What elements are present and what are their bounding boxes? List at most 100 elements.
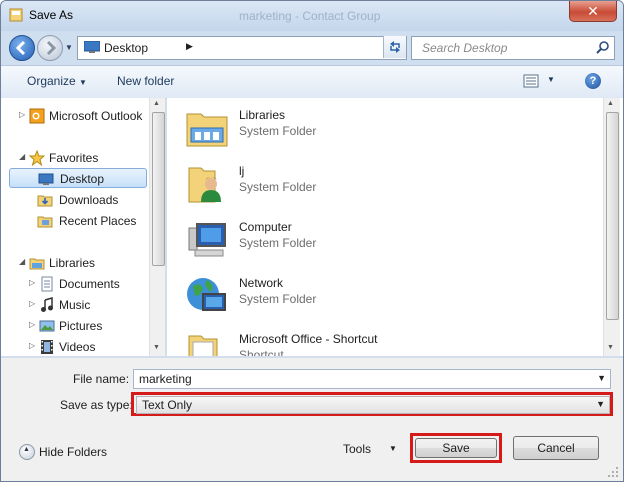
- tools-dropdown-icon[interactable]: ▼: [389, 444, 397, 453]
- nav-pane-scrollbar[interactable]: ▲ ▼: [149, 98, 165, 356]
- close-button[interactable]: ✕: [569, 1, 617, 22]
- sidebar-item-label: Favorites: [49, 151, 99, 165]
- chevron-up-icon: ▲: [23, 446, 30, 453]
- sidebar-item-downloads[interactable]: Downloads: [1, 190, 147, 210]
- scroll-down-arrow-icon[interactable]: ▼: [607, 344, 614, 351]
- desktop-icon: [38, 173, 54, 185]
- scroll-down-arrow-icon[interactable]: ▼: [153, 344, 160, 351]
- file-item-computer[interactable]: Computer System Folder: [185, 214, 485, 264]
- file-type: System Folder: [239, 180, 317, 194]
- save-as-type-select[interactable]: Text Only ▼: [131, 392, 613, 416]
- expand-arrow-icon[interactable]: ▷: [29, 341, 35, 350]
- file-name: Microsoft Office - Shortcut: [239, 332, 378, 346]
- scroll-up-arrow-icon[interactable]: ▲: [153, 100, 160, 107]
- downloads-folder-icon: [37, 195, 53, 207]
- new-folder-button[interactable]: New folder: [117, 74, 174, 88]
- file-name: lj: [239, 164, 245, 178]
- sidebar-item-label: Desktop: [60, 172, 105, 186]
- scrollbar-thumb[interactable]: [152, 112, 165, 266]
- expand-arrow-icon[interactable]: ▷: [29, 278, 35, 287]
- forward-button[interactable]: [37, 35, 63, 61]
- sidebar-item-label: Downloads: [59, 193, 119, 207]
- file-pane-scrollbar[interactable]: ▲ ▼: [603, 98, 620, 356]
- address-chevron-icon[interactable]: ▶: [186, 41, 193, 52]
- recent-places-icon: [37, 216, 53, 228]
- resize-grip-icon[interactable]: [607, 466, 619, 478]
- view-dropdown-icon[interactable]: ▼: [547, 75, 555, 84]
- libraries-icon: [29, 258, 45, 270]
- sidebar-item-label: Microsoft Outlook: [49, 109, 143, 123]
- back-button[interactable]: [9, 35, 35, 61]
- history-dropdown-icon[interactable]: ▼: [65, 43, 73, 52]
- hide-folders-label: Hide Folders: [39, 445, 108, 459]
- save-as-type-value: Text Only: [142, 398, 193, 412]
- organize-button[interactable]: Organize ▼: [27, 74, 87, 88]
- scrollbar-thumb[interactable]: [606, 112, 619, 320]
- sidebar-item-videos[interactable]: ▷ Videos: [1, 337, 147, 356]
- file-type: System Folder: [239, 236, 317, 250]
- refresh-icon: [390, 41, 400, 53]
- sidebar-item-favorites[interactable]: ◢ Favorites: [1, 148, 147, 168]
- user-folder-icon: [188, 167, 221, 203]
- file-name-value[interactable]: marketing: [139, 372, 192, 386]
- computer-icon: [188, 223, 226, 257]
- file-type: System Folder: [239, 292, 317, 306]
- help-icon[interactable]: ?: [585, 73, 601, 89]
- music-icon: [41, 297, 53, 312]
- sidebar-item-label: Libraries: [49, 256, 96, 270]
- sidebar-item-label: Videos: [59, 340, 96, 354]
- file-item-libraries[interactable]: Libraries System Folder: [185, 102, 485, 152]
- save-as-app-icon: [9, 8, 23, 22]
- documents-icon: [41, 276, 53, 292]
- forward-arrow-icon: [46, 40, 57, 56]
- background-window-title: marketing - Contact Group: [239, 9, 381, 23]
- save-as-type-dropdown[interactable]: Text Only ▼: [136, 396, 610, 414]
- address-bar[interactable]: Desktop ▶ ▼: [77, 36, 407, 60]
- libraries-folder-icon: [186, 113, 228, 147]
- file-item-office-shortcut[interactable]: Microsoft Office - Shortcut Shortcut: [185, 326, 485, 356]
- tools-button[interactable]: Tools: [343, 442, 371, 456]
- sidebar-item-pictures[interactable]: ▷ Pictures: [1, 316, 147, 336]
- sidebar-item-libraries[interactable]: ◢ Libraries: [1, 253, 147, 273]
- file-item-lj[interactable]: lj System Folder: [185, 158, 485, 208]
- file-name-field[interactable]: marketing ▼: [133, 369, 611, 389]
- collapse-arrow-icon[interactable]: ◢: [19, 257, 25, 266]
- chevron-down-icon[interactable]: ▼: [597, 373, 606, 383]
- cancel-button[interactable]: Cancel: [513, 436, 599, 460]
- scroll-up-arrow-icon[interactable]: ▲: [607, 100, 614, 107]
- sidebar-item-outlook[interactable]: ▷ Microsoft Outlook: [1, 106, 147, 126]
- expand-arrow-icon[interactable]: ▷: [29, 299, 35, 308]
- address-location[interactable]: Desktop: [104, 41, 148, 55]
- sidebar-item-music[interactable]: ▷ Music: [1, 295, 147, 315]
- sidebar-item-label: Documents: [59, 277, 120, 291]
- search-box[interactable]: Search Desktop: [411, 36, 615, 60]
- desktop-icon: [84, 41, 100, 53]
- sidebar-item-label: Music: [59, 298, 91, 312]
- sidebar-item-desktop[interactable]: Desktop: [9, 168, 147, 188]
- expand-arrow-icon[interactable]: ▷: [19, 110, 25, 119]
- search-icon[interactable]: [596, 41, 610, 55]
- collapse-arrow-icon[interactable]: ◢: [19, 152, 25, 161]
- refresh-button[interactable]: [383, 36, 406, 58]
- chevron-down-icon[interactable]: ▼: [596, 399, 605, 409]
- file-name: Computer: [239, 220, 292, 234]
- pictures-icon: [39, 320, 55, 332]
- view-options-icon[interactable]: [523, 73, 539, 89]
- file-type: Shortcut: [239, 348, 284, 356]
- save-button[interactable]: Save: [415, 438, 497, 458]
- file-name: Network: [239, 276, 284, 290]
- command-toolbar: Organize ▼ New folder ▼ ?: [1, 65, 623, 99]
- save-form: File name: marketing ▼ Save as type: Tex…: [1, 357, 623, 481]
- sidebar-item-documents[interactable]: ▷ Documents: [1, 274, 147, 294]
- network-icon: [187, 278, 226, 311]
- address-row: ▼ Desktop ▶ ▼ Search Desktop: [1, 31, 623, 65]
- sidebar-item-label: Recent Places: [59, 214, 137, 228]
- file-item-network[interactable]: Network System Folder: [185, 270, 485, 320]
- expand-arrow-icon[interactable]: ▷: [29, 320, 35, 329]
- file-list-pane: Libraries System Folder lj System Folder…: [167, 98, 623, 356]
- search-input[interactable]: Search Desktop: [422, 41, 507, 55]
- file-name: Libraries: [239, 108, 286, 122]
- outlook-icon: [29, 108, 45, 124]
- save-as-dialog: Save As marketing - Contact Group ✕ ▼ De…: [0, 0, 624, 482]
- sidebar-item-recent-places[interactable]: Recent Places: [1, 211, 147, 231]
